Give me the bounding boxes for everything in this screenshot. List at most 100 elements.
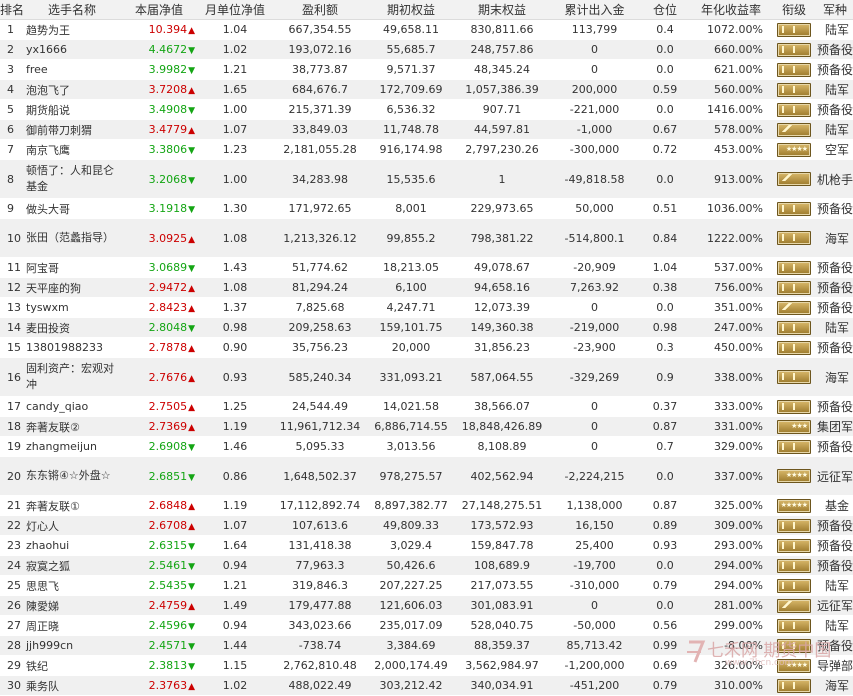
header-nav[interactable]: 本届净值 (120, 0, 198, 20)
player-name-cell[interactable]: 寂寞之狐 (24, 555, 120, 576)
player-name-link[interactable]: 泡泡飞了 (26, 84, 70, 97)
player-name-link[interactable]: 固利资产：宏观对冲 (26, 362, 114, 391)
player-name-cell[interactable]: 乘务队 (24, 675, 120, 696)
player-name-link[interactable]: zhangmeijun (26, 440, 97, 453)
player-name-link[interactable]: 张田（范蠡指导） (26, 231, 114, 244)
player-name-link[interactable]: 寂寞之狐 (26, 560, 70, 573)
player-name-link[interactable]: tyswxm (26, 301, 69, 314)
table-row[interactable]: 8 顿悟了：人和昆仑基金 3.2068▼ 1.00 34,283.98 15,535.6 1… (0, 159, 853, 199)
header-net-inflow[interactable]: 累计出入金 (550, 0, 639, 20)
player-name-cell[interactable]: zhangmeijun (24, 436, 120, 457)
player-name-link[interactable]: 13801988233 (26, 341, 103, 354)
player-name-link[interactable]: 乘务队 (26, 680, 59, 693)
player-name-cell[interactable]: 趋势为王 (24, 19, 120, 40)
table-row[interactable]: 14 麦田投资 2.8048▼ 0.98 209,258.63 159,101.75 149… (0, 317, 853, 338)
table-row[interactable]: 16 固利资产：宏观对冲 2.7676▲ 0.93 585,240.34 331,093.… (0, 357, 853, 397)
player-name-cell[interactable]: 阿宝哥 (24, 257, 120, 278)
player-name-cell[interactable]: 张田（范蠡指导） (24, 218, 120, 258)
player-name-cell[interactable]: 期货船说 (24, 99, 120, 120)
player-name-link[interactable]: 灯心人 (26, 520, 59, 533)
player-name-cell[interactable]: 御前带刀刺猬 (24, 119, 120, 140)
table-row[interactable]: 4 泡泡飞了 3.7208▲ 1.65 684,676.7 172,709.69 1,057… (0, 79, 853, 100)
player-name-cell[interactable]: 陳愛娣 (24, 595, 120, 616)
table-row[interactable]: 1 趋势为王 10.394▲ 1.04 667,354.55 49,658.11 830,8… (0, 19, 853, 40)
table-row[interactable]: 5 期货船说 3.4908▼ 1.00 215,371.39 6,536.32 907.71… (0, 99, 853, 120)
table-row[interactable]: 13 tyswxm 2.8423▲ 1.37 7,825.68 4,247.71 12,07… (0, 297, 853, 318)
table-row[interactable]: 18 奔著友联② 2.7369▲ 1.19 11,961,712.34 6,886,714… (0, 416, 853, 437)
header-position[interactable]: 仓位 (639, 0, 691, 20)
player-name-cell[interactable]: 天平座的狗 (24, 277, 120, 298)
player-name-link[interactable]: 御前带刀刺猬 (26, 124, 92, 137)
player-name-link[interactable]: 期货船说 (26, 104, 70, 117)
player-name-cell[interactable]: tyswxm (24, 297, 120, 318)
player-name-cell[interactable]: zhaohui (24, 535, 120, 556)
header-end-equity[interactable]: 期末权益 (454, 0, 550, 20)
table-row[interactable]: 22 灯心人 2.6708▲ 1.07 107,613.6 49,809.33 173,57… (0, 515, 853, 536)
player-name-cell[interactable]: jjh999cn (24, 635, 120, 656)
player-name-cell[interactable]: 灯心人 (24, 515, 120, 536)
player-name-link[interactable]: 顿悟了：人和昆仑基金 (26, 164, 114, 193)
player-name-link[interactable]: 思思飞 (26, 580, 59, 593)
player-name-cell[interactable]: 13801988233 (24, 337, 120, 358)
player-name-cell[interactable]: 南京飞鹰 (24, 139, 120, 160)
player-name-link[interactable]: 奔著友联① (26, 500, 80, 513)
table-row[interactable]: 20 东东锵④☆外盘☆ 2.6851▼ 0.86 1,648,502.37 978,275… (0, 456, 853, 496)
player-name-cell[interactable]: 固利资产：宏观对冲 (24, 357, 120, 397)
player-name-cell[interactable]: candy_qiao (24, 396, 120, 417)
table-row[interactable]: 15 13801988233 2.7878▲ 0.90 35,756.23 20,000 3… (0, 337, 853, 358)
player-name-link[interactable]: free (26, 63, 48, 76)
player-name-link[interactable]: 做头大哥 (26, 203, 70, 216)
table-row[interactable]: 30 乘务队 2.3763▲ 1.02 488,022.49 303,212.42 340,… (0, 675, 853, 696)
table-row[interactable]: 28 jjh999cn 2.4571▼ 1.44 -738.74 3,384.69 88,3… (0, 635, 853, 656)
player-name-link[interactable]: 奔著友联② (26, 421, 80, 434)
player-name-cell[interactable]: 奔著友联② (24, 416, 120, 437)
header-rank-badge[interactable]: 衔级 (771, 0, 817, 20)
player-name-cell[interactable]: yx1666 (24, 39, 120, 60)
player-name-cell[interactable]: 麦田投资 (24, 317, 120, 338)
table-row[interactable]: 23 zhaohui 2.6315▼ 1.64 131,418.38 3,029.4 159… (0, 535, 853, 556)
player-name-link[interactable]: 周正晓 (26, 620, 59, 633)
player-name-cell[interactable]: 东东锵④☆外盘☆ (24, 456, 120, 496)
player-name-cell[interactable]: 思思飞 (24, 575, 120, 596)
table-row[interactable]: 24 寂寞之狐 2.5461▼ 0.94 77,963.3 50,426.6 108,689… (0, 555, 853, 576)
player-name-link[interactable]: jjh999cn (26, 639, 73, 652)
table-row[interactable]: 2 yx1666 4.4672▼ 1.02 193,072.16 55,685.7 248,… (0, 39, 853, 60)
header-annual-return[interactable]: 年化收益率 (691, 0, 771, 20)
table-row[interactable]: 3 free 3.9982▼ 1.21 38,773.87 9,571.37 48,345.… (0, 59, 853, 80)
player-name-link[interactable]: 南京飞鹰 (26, 144, 70, 157)
player-name-link[interactable]: 铁纪 (26, 660, 48, 673)
player-name-link[interactable]: 趋势为王 (26, 24, 70, 37)
player-name-link[interactable]: 陳愛娣 (26, 600, 59, 613)
player-name-cell[interactable]: 做头大哥 (24, 198, 120, 219)
table-row[interactable]: 12 天平座的狗 2.9472▲ 1.08 81,294.24 6,100 94,658.1… (0, 277, 853, 298)
header-profit[interactable]: 盈利额 (272, 0, 368, 20)
table-row[interactable]: 17 candy_qiao 2.7505▲ 1.25 24,544.49 14,021.5… (0, 396, 853, 417)
header-army[interactable]: 军种 (817, 0, 853, 20)
table-row[interactable]: 29 铁纪 2.3813▼ 1.15 2,762,810.48 2,000,174.49 3… (0, 655, 853, 676)
table-row[interactable]: 26 陳愛娣 2.4759▲ 1.49 179,477.88 121,606.03 301,… (0, 595, 853, 616)
player-name-link[interactable]: 东东锵④☆外盘☆ (26, 469, 111, 482)
table-row[interactable]: 19 zhangmeijun 2.6908▼ 1.46 5,095.33 3,013.56… (0, 436, 853, 457)
player-name-link[interactable]: candy_qiao (26, 400, 88, 413)
header-rank[interactable]: 排名 (0, 0, 24, 20)
table-row[interactable]: 7 南京飞鹰 3.3806▼ 1.23 2,181,055.28 916,174.98 2,… (0, 139, 853, 160)
table-row[interactable]: 25 思思飞 2.5435▼ 1.21 319,846.3 207,227.25 217,0… (0, 575, 853, 596)
header-name[interactable]: 选手名称 (24, 0, 120, 20)
table-row[interactable]: 21 奔著友联① 2.6848▲ 1.19 17,112,892.74 8,897,382… (0, 495, 853, 516)
table-row[interactable]: 10 张田（范蠡指导） 3.0925▲ 1.08 1,213,326.12 99,855.… (0, 218, 853, 258)
header-unit-nav[interactable]: 月单位净值 (198, 0, 272, 20)
player-name-link[interactable]: 天平座的狗 (26, 282, 81, 295)
player-name-cell[interactable]: 周正晓 (24, 615, 120, 636)
player-name-link[interactable]: 麦田投资 (26, 322, 70, 335)
table-row[interactable]: 11 阿宝哥 3.0689▼ 1.43 51,774.62 18,213.05 49,078… (0, 257, 853, 278)
player-name-link[interactable]: zhaohui (26, 539, 69, 552)
player-name-cell[interactable]: free (24, 59, 120, 80)
player-name-cell[interactable]: 泡泡飞了 (24, 79, 120, 100)
player-name-cell[interactable]: 奔著友联① (24, 495, 120, 516)
player-name-cell[interactable]: 铁纪 (24, 655, 120, 676)
table-row[interactable]: 9 做头大哥 3.1918▼ 1.30 171,972.65 8,001 229,973.6… (0, 198, 853, 219)
player-name-link[interactable]: yx1666 (26, 43, 67, 56)
player-name-link[interactable]: 阿宝哥 (26, 262, 59, 275)
table-row[interactable]: 27 周正晓 2.4596▼ 0.94 343,023.66 235,017.09 528,… (0, 615, 853, 636)
table-row[interactable]: 6 御前带刀刺猬 3.4779▲ 1.07 33,849.03 11,748.78 44,5… (0, 119, 853, 140)
